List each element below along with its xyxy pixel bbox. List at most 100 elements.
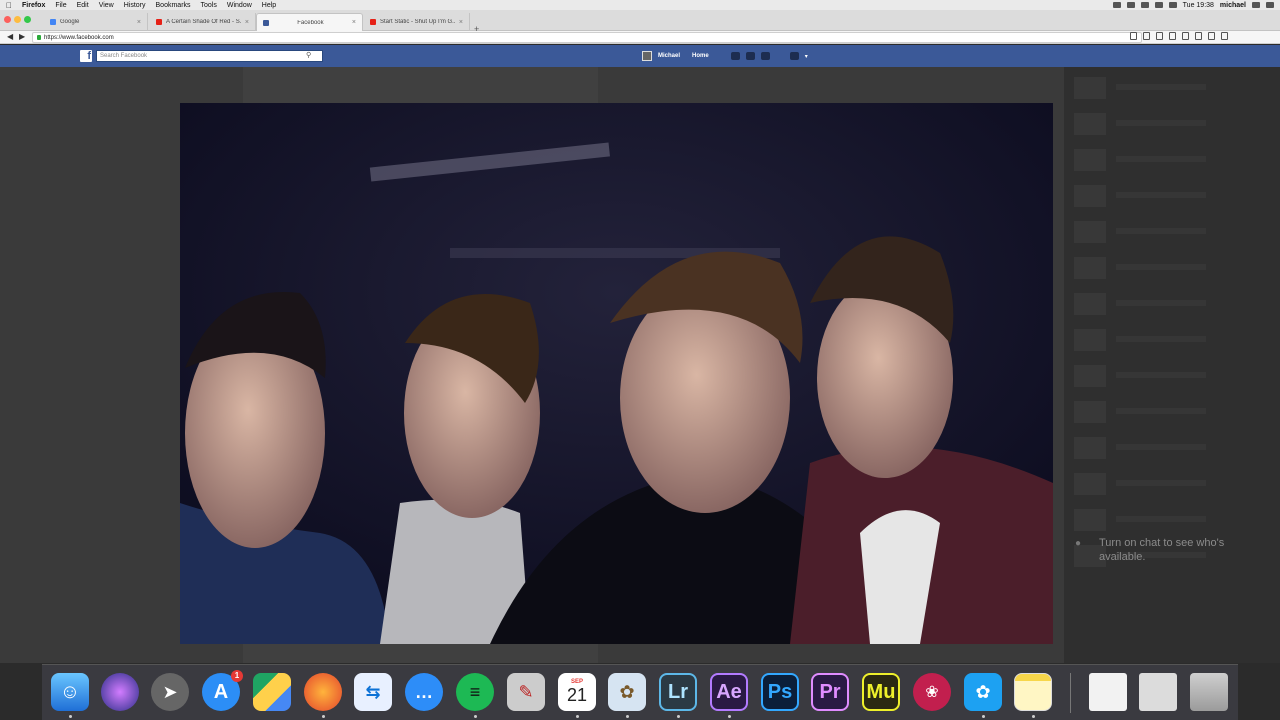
tab-facebook[interactable]: Facebook × — [256, 13, 363, 31]
tab-youtube-red[interactable]: A Certain Shade Of Red - S... × — [150, 13, 256, 31]
profile-link[interactable]: Michael — [658, 53, 680, 59]
app-store-badge: 1 — [231, 670, 243, 682]
siri-icon[interactable] — [101, 673, 139, 711]
close-tab-icon[interactable]: × — [245, 19, 249, 26]
list-item — [1074, 221, 1254, 243]
reload-icon[interactable] — [1130, 32, 1137, 40]
photoshop-icon[interactable]: Ps — [761, 673, 799, 711]
menu-history[interactable]: History — [124, 2, 146, 9]
tab-title: Start Static - Shut Up I'm G... — [380, 19, 455, 25]
lightbox-photo[interactable] — [180, 103, 1053, 644]
wifi-icon[interactable] — [1168, 2, 1177, 8]
menu-view[interactable]: View — [99, 2, 114, 9]
close-tab-icon[interactable]: × — [459, 19, 463, 26]
dropbox-icon[interactable] — [1112, 2, 1121, 8]
home-link[interactable]: Home — [692, 53, 709, 59]
tab-title: Google — [60, 19, 80, 25]
messages-icon[interactable] — [745, 52, 755, 60]
spotify-icon[interactable]: ≡ — [456, 673, 494, 711]
chat-person-icon: ● — [1075, 538, 1082, 549]
quick-help-icon[interactable] — [789, 52, 799, 60]
menubar-clock[interactable]: Tue 19:38 — [1183, 2, 1214, 9]
notes-icon[interactable] — [1014, 673, 1052, 711]
running-indicator — [982, 715, 985, 718]
download-icon[interactable] — [1182, 32, 1189, 40]
davinci-icon[interactable]: ❀ — [913, 673, 951, 711]
notification-center-icon[interactable] — [1266, 2, 1274, 8]
teamviewer-icon[interactable]: ⇆ — [354, 673, 392, 711]
facebook-search-input[interactable]: Search Facebook — [96, 50, 323, 62]
app-store-icon[interactable]: A1 — [202, 670, 243, 711]
friend-requests-icon[interactable] — [730, 52, 740, 60]
menu-help[interactable]: Help — [262, 2, 276, 9]
bookmark-star-icon[interactable] — [1143, 32, 1150, 40]
back-arrow-icon[interactable]: ◀ — [7, 32, 13, 41]
volume-icon[interactable] — [1140, 2, 1149, 8]
menubar-user[interactable]: michael — [1220, 2, 1246, 9]
tab-title: A Certain Shade Of Red - S... — [166, 19, 241, 25]
menu-bookmarks[interactable]: Bookmarks — [156, 2, 191, 9]
notifications-icon[interactable] — [760, 52, 770, 60]
avatar[interactable] — [642, 51, 652, 61]
tab-title: Facebook — [297, 19, 324, 26]
script-icon[interactable]: ✎ — [507, 673, 545, 711]
facebook-logo[interactable]: f — [80, 50, 92, 62]
status-area: Tue 19:38 michael — [1112, 2, 1274, 9]
google-icon — [50, 19, 56, 25]
youtube-icon — [370, 19, 376, 25]
menu-icon[interactable] — [1221, 32, 1228, 40]
home-icon[interactable] — [1195, 32, 1202, 40]
menu-window[interactable]: Window — [227, 2, 252, 9]
document-icon[interactable] — [1089, 673, 1127, 711]
close-tab-icon[interactable]: × — [137, 19, 141, 26]
google-drive-icon[interactable] — [253, 673, 291, 711]
apple-icon[interactable]:  — [6, 1, 12, 10]
spotlight-icon[interactable] — [1252, 2, 1260, 8]
menu-bar:  Firefox File Edit View History Bookmar… — [0, 0, 1280, 10]
list-item — [1074, 257, 1254, 279]
twitter-icon[interactable]: ✿ — [964, 673, 1002, 711]
running-indicator — [474, 715, 477, 718]
list-item — [1074, 365, 1254, 387]
muse-icon[interactable]: Mu — [862, 673, 900, 711]
preview-icon[interactable]: ✿ — [608, 673, 646, 711]
premiere-icon[interactable]: Pr — [811, 673, 849, 711]
tab-youtube-static[interactable]: Start Static - Shut Up I'm G... × — [364, 13, 470, 31]
forward-arrow-icon[interactable]: ▶ — [19, 32, 25, 41]
list-item — [1074, 293, 1254, 315]
launchpad-icon[interactable]: ➤ — [151, 673, 189, 711]
trash-icon[interactable] — [1190, 673, 1228, 711]
dock-separator — [1070, 673, 1071, 713]
addon-icon[interactable] — [1208, 32, 1215, 40]
toolbar-icons — [1130, 32, 1228, 40]
library-icon[interactable] — [1156, 32, 1163, 40]
lightroom-icon[interactable]: Lr — [659, 673, 697, 711]
search-icon[interactable]: ⚲ — [306, 51, 311, 59]
close-tab-icon[interactable]: × — [352, 19, 356, 26]
after-effects-icon[interactable]: Ae — [710, 673, 748, 711]
facebook-icon — [263, 19, 269, 26]
calendar-icon[interactable]: SEP 21 — [558, 673, 596, 711]
menu-app-firefox[interactable]: Firefox — [22, 2, 45, 9]
tab-strip: Google × A Certain Shade Of Red - S... ×… — [0, 10, 1280, 34]
firefox-icon[interactable] — [304, 673, 342, 711]
zoom-window-button[interactable] — [24, 16, 31, 23]
menu-file[interactable]: File — [55, 2, 66, 9]
battery-icon[interactable] — [1154, 2, 1163, 8]
menu-edit[interactable]: Edit — [77, 2, 89, 9]
running-indicator — [576, 715, 579, 718]
url-bar[interactable]: https://www.facebook.com — [32, 32, 1142, 43]
downloads-icon[interactable] — [1139, 673, 1177, 711]
menu-tools[interactable]: Tools — [201, 2, 217, 9]
list-item — [1074, 185, 1254, 207]
url-text: https://www.facebook.com — [44, 34, 114, 41]
chat-off-notice: Turn on chat to see who's available. — [1099, 537, 1225, 563]
minimize-window-button[interactable] — [14, 16, 21, 23]
account-dropdown-icon[interactable]: ▾ — [805, 53, 808, 60]
pocket-icon[interactable] — [1169, 32, 1176, 40]
messages-icon[interactable]: … — [405, 673, 443, 711]
tab-google[interactable]: Google × — [44, 13, 148, 31]
finder-icon[interactable]: ☺ — [51, 673, 89, 711]
bluetooth-icon[interactable] — [1126, 2, 1135, 8]
close-window-button[interactable] — [4, 16, 11, 23]
